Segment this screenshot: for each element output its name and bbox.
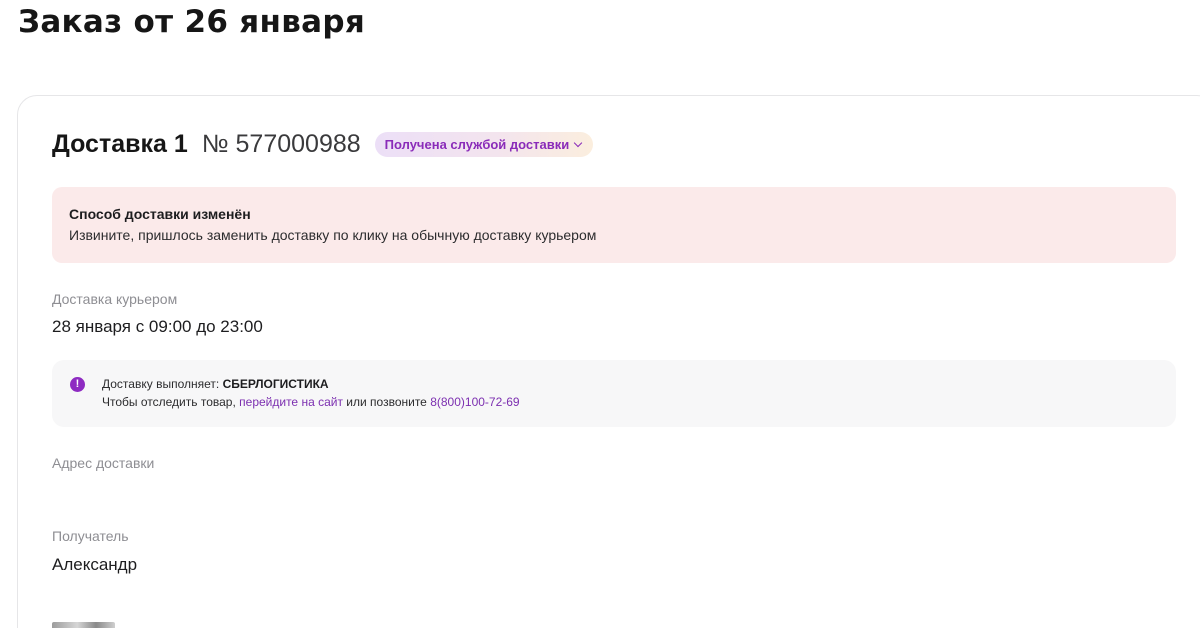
alert-title: Способ доставки изменён bbox=[69, 206, 251, 222]
delivery-header: Доставка 1 № 577000988 Получена службой … bbox=[52, 130, 594, 159]
page-title: Заказ от 26 января bbox=[18, 4, 366, 40]
delivery-title: Доставка 1 bbox=[52, 130, 188, 158]
exclamation-info-icon: ! bbox=[70, 377, 85, 392]
chevron-down-icon bbox=[574, 138, 583, 148]
product-thumbnail[interactable] bbox=[52, 622, 115, 628]
delivery-method-label: Доставка курьером bbox=[52, 291, 178, 307]
status-badge-label: Получена службой доставки bbox=[384, 137, 570, 152]
carrier-site-link[interactable]: перейдите на сайт bbox=[239, 395, 343, 409]
delivery-changed-alert: Способ доставки изменён Извините, пришло… bbox=[52, 187, 1176, 263]
delivery-number: № 577000988 bbox=[201, 130, 361, 158]
tracking-line: Чтобы отследить товар, перейдите на сайт… bbox=[102, 395, 520, 409]
carrier-info-box: ! Доставку выполняет: СБЕРЛОГИСТИКА Чтоб… bbox=[52, 360, 1176, 427]
recipient-label: Получатель bbox=[52, 528, 129, 544]
address-label: Адрес доставки bbox=[52, 455, 155, 471]
carrier-phone-link[interactable]: 8(800)100-72-69 bbox=[430, 395, 519, 409]
order-page: Заказ от 26 января Доставка 1 № 57700098… bbox=[0, 0, 1200, 628]
recipient-name: Александр bbox=[52, 555, 138, 574]
carrier-prefix: Доставку выполняет: bbox=[102, 377, 220, 391]
delivery-date-value: 28 января с 09:00 до 23:00 bbox=[52, 317, 263, 336]
tracking-prefix: Чтобы отследить товар, bbox=[102, 395, 236, 409]
carrier-name: СБЕРЛОГИСТИКА bbox=[222, 377, 329, 391]
alert-text: Извините, пришлось заменить доставку по … bbox=[69, 227, 597, 243]
call-text: или позвоните bbox=[346, 395, 427, 409]
status-badge[interactable]: Получена службой доставки bbox=[374, 132, 594, 157]
carrier-line: Доставку выполняет: СБЕРЛОГИСТИКА bbox=[102, 377, 329, 391]
